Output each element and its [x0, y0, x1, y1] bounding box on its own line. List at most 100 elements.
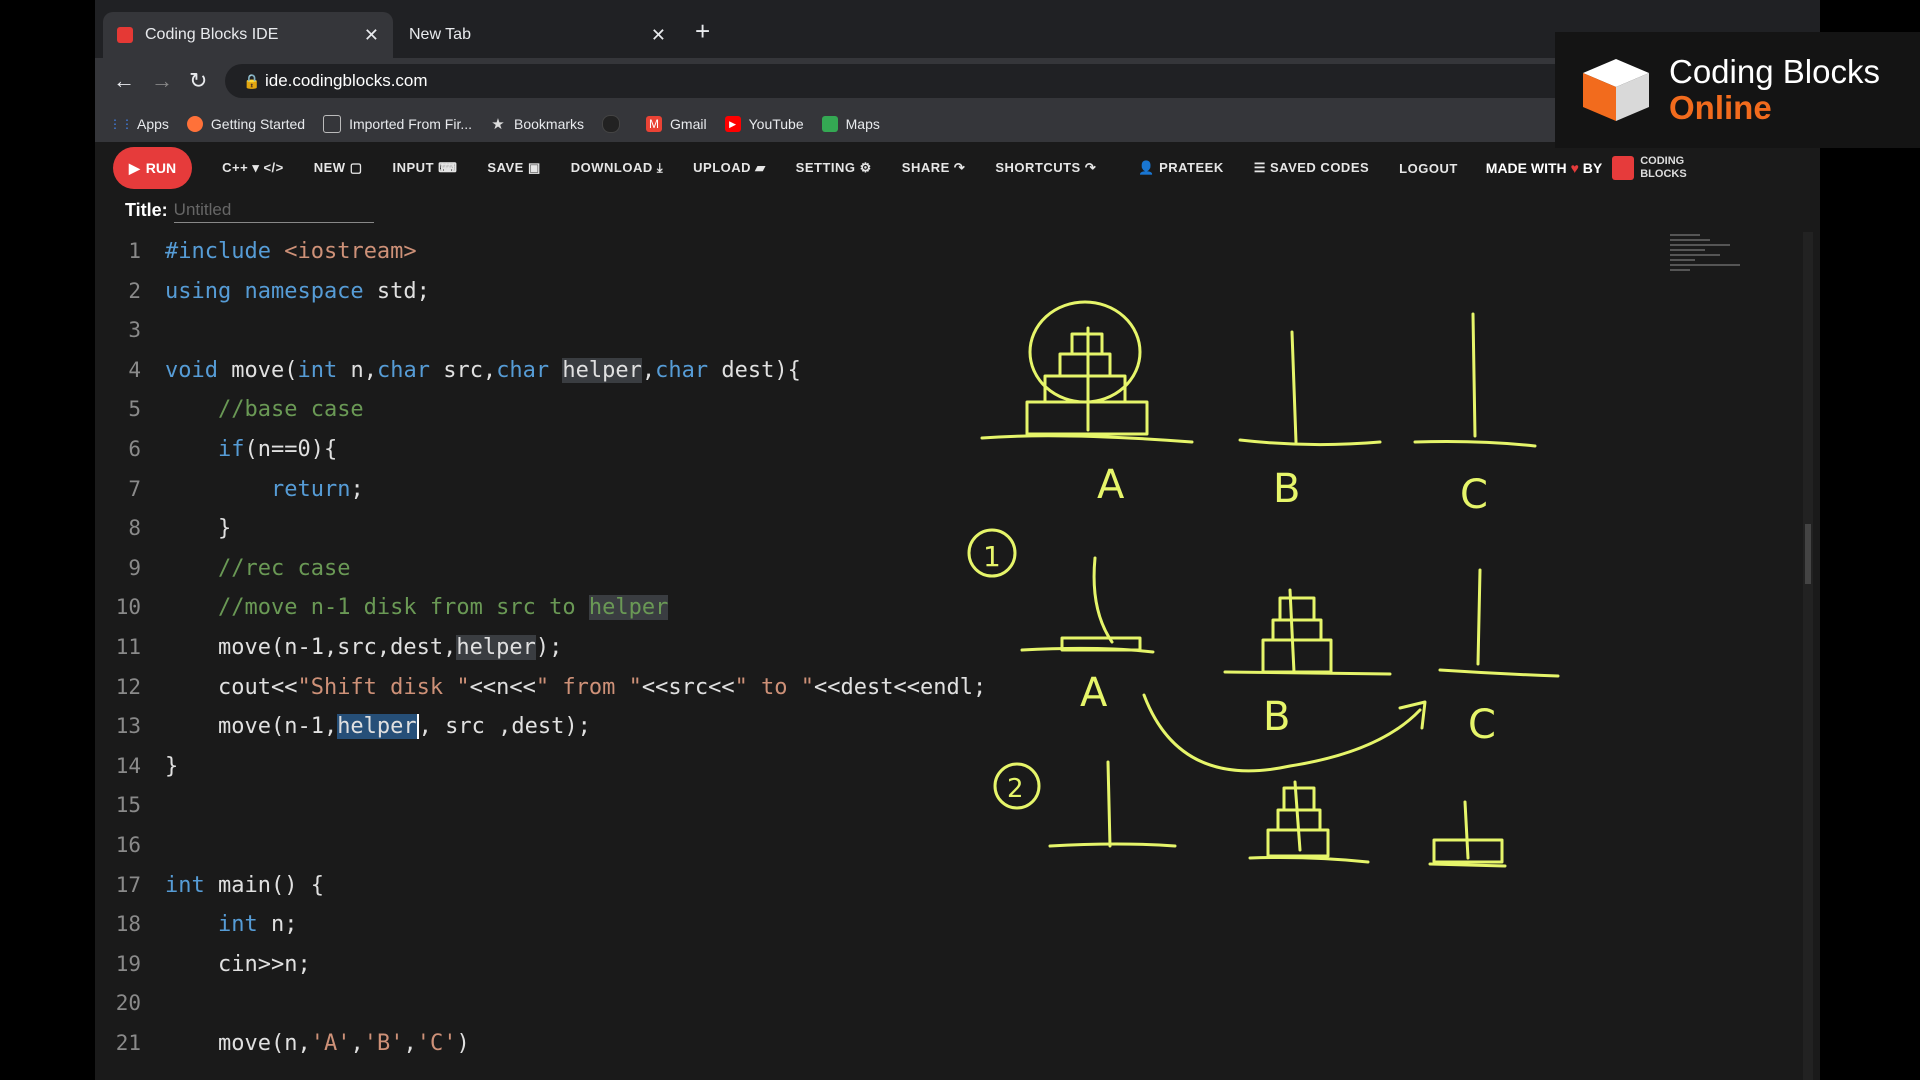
bookmark-gmail[interactable]: M Gmail: [646, 116, 707, 132]
disk-b2-3: [1278, 596, 1316, 622]
base-c2: [1438, 668, 1560, 678]
close-tab-icon[interactable]: ✕: [651, 25, 666, 46]
editor-scrollbar[interactable]: [1803, 232, 1813, 1080]
line-number: 20: [115, 991, 141, 1016]
code-line[interactable]: int main() {: [165, 866, 986, 906]
gmail-icon: M: [646, 116, 663, 132]
bookmark-label: Apps: [137, 116, 169, 132]
label-a2: A: [1080, 670, 1108, 716]
firefox-icon: [186, 116, 203, 132]
github-icon: [602, 115, 621, 133]
code-line[interactable]: [165, 984, 986, 1024]
user-menu[interactable]: 👤 PRATEEK: [1138, 160, 1223, 176]
download-icon: ⤓: [656, 160, 664, 175]
bookmark-getting-started[interactable]: Getting Started: [186, 116, 305, 132]
new-tab-plus-icon[interactable]: +: [695, 16, 710, 47]
title-row: Title:: [125, 194, 374, 226]
label-b2: B: [1263, 694, 1290, 740]
code-line[interactable]: //rec case: [165, 549, 986, 589]
new-file-icon: ▢: [349, 160, 363, 175]
code-line[interactable]: [165, 311, 986, 351]
code-line[interactable]: [165, 786, 986, 826]
address-bar[interactable]: 🔒 ide.codingblocks.com: [225, 64, 1675, 98]
tab-new-tab[interactable]: New Tab ✕: [395, 12, 680, 58]
code-line[interactable]: #include <iostream>: [165, 232, 986, 272]
input-button[interactable]: INPUT ⌨: [393, 160, 458, 176]
bookmark-bookmarks[interactable]: ★ Bookmarks: [490, 116, 584, 133]
toolbar-label: UPLOAD: [693, 160, 752, 175]
saved-codes-button[interactable]: ☰ SAVED CODES: [1254, 160, 1369, 176]
share-button[interactable]: SHARE ↷: [902, 160, 966, 176]
code-line[interactable]: cout<<"Shift disk "<<n<<" from "<<src<<"…: [165, 668, 986, 708]
made-with-label: MADE WITH: [1485, 160, 1567, 176]
code-line[interactable]: move(n,'A','B','C'): [165, 1024, 986, 1064]
upload-button[interactable]: UPLOAD ▰: [693, 160, 766, 176]
line-number: 18: [115, 912, 141, 937]
folder-icon: [323, 115, 342, 133]
step-1-number: 1: [983, 540, 1001, 573]
user-icon: 👤: [1138, 160, 1155, 175]
code-line[interactable]: int n;: [165, 905, 986, 945]
run-button[interactable]: ▶ RUN: [113, 147, 193, 189]
forward-arrow-icon[interactable]: →: [151, 68, 173, 94]
code-line[interactable]: [165, 826, 986, 866]
hanoi-sketch: A B C A B C 1 2: [967, 300, 1560, 868]
youtube-icon: ▶: [724, 116, 741, 132]
save-button[interactable]: SAVE ▣: [487, 160, 540, 176]
logo-cube-icon: [1612, 156, 1635, 180]
bookmark-imported[interactable]: Imported From Fir...: [323, 115, 472, 133]
base-b1: [1238, 438, 1382, 447]
language-select[interactable]: C++ ▾ </>: [222, 160, 284, 176]
minimap[interactable]: [1670, 234, 1750, 294]
bookmark-youtube[interactable]: ▶ YouTube: [724, 116, 804, 132]
bookmark-github[interactable]: [602, 115, 628, 133]
shortcuts-button[interactable]: SHORTCUTS ↷: [995, 160, 1096, 176]
bookmark-apps[interactable]: ⋮⋮ Apps: [109, 116, 169, 132]
toolbar-label: SHORTCUTS: [995, 160, 1081, 175]
setting-button[interactable]: SETTING ⚙: [796, 160, 872, 176]
line-number: 8: [128, 516, 141, 541]
line-number: 12: [115, 674, 141, 699]
new-button[interactable]: NEW ▢: [314, 160, 363, 176]
code-line[interactable]: void move(int n,char src,char helper,cha…: [165, 351, 986, 391]
rod-c1: [1471, 312, 1477, 438]
base-c3: [1428, 862, 1507, 868]
code-line[interactable]: if(n==0){: [165, 430, 986, 470]
line-number: 11: [115, 634, 141, 659]
line-number: 19: [115, 951, 141, 976]
watermark-line1: Coding Blocks: [1669, 53, 1880, 90]
code-line[interactable]: cin>>n;: [165, 945, 986, 985]
code-line[interactable]: //base case: [165, 390, 986, 430]
back-arrow-icon[interactable]: ←: [113, 68, 135, 94]
toolbar-label: SAVE: [487, 160, 524, 175]
download-button[interactable]: DOWNLOAD ⤓: [571, 160, 663, 176]
code-line[interactable]: using namespace std;: [165, 272, 986, 312]
code-line[interactable]: return;: [165, 470, 986, 510]
bookmark-maps[interactable]: Maps: [821, 116, 880, 132]
maps-icon: [821, 116, 838, 132]
heart-icon: ♥: [1570, 160, 1579, 176]
coding-blocks-logo[interactable]: CODING BLOCKS: [1612, 153, 1712, 183]
reload-icon[interactable]: ↻: [189, 68, 207, 94]
line-number: 16: [115, 832, 141, 857]
code-line[interactable]: move(n-1,src,dest,helper);: [165, 628, 986, 668]
logout-button[interactable]: LOGOUT: [1399, 161, 1458, 176]
code-line[interactable]: }: [165, 747, 986, 787]
scrollbar-thumb[interactable]: [1805, 524, 1811, 584]
toolbar-label: SETTING: [795, 160, 856, 175]
title-input[interactable]: [173, 197, 374, 223]
base-a1: [980, 434, 1194, 444]
title-label: Title:: [125, 199, 168, 220]
code-line[interactable]: //move n-1 disk from src to helper: [165, 588, 986, 628]
code-line[interactable]: move(n-1,helper, src ,dest);: [165, 707, 986, 747]
close-tab-icon[interactable]: ✕: [364, 25, 379, 46]
rod-c3: [1463, 800, 1470, 860]
rod-c2: [1476, 568, 1482, 666]
disk-b2-1: [1261, 638, 1333, 674]
star-icon: ★: [491, 116, 505, 133]
line-number: 2: [128, 278, 141, 303]
code-line[interactable]: }: [165, 509, 986, 549]
tab-coding-blocks-ide[interactable]: Coding Blocks IDE ✕: [103, 12, 393, 58]
logo-line1: CODING: [1640, 155, 1685, 167]
made-with-text: MADE WITH ♥ BY: [1486, 160, 1602, 176]
